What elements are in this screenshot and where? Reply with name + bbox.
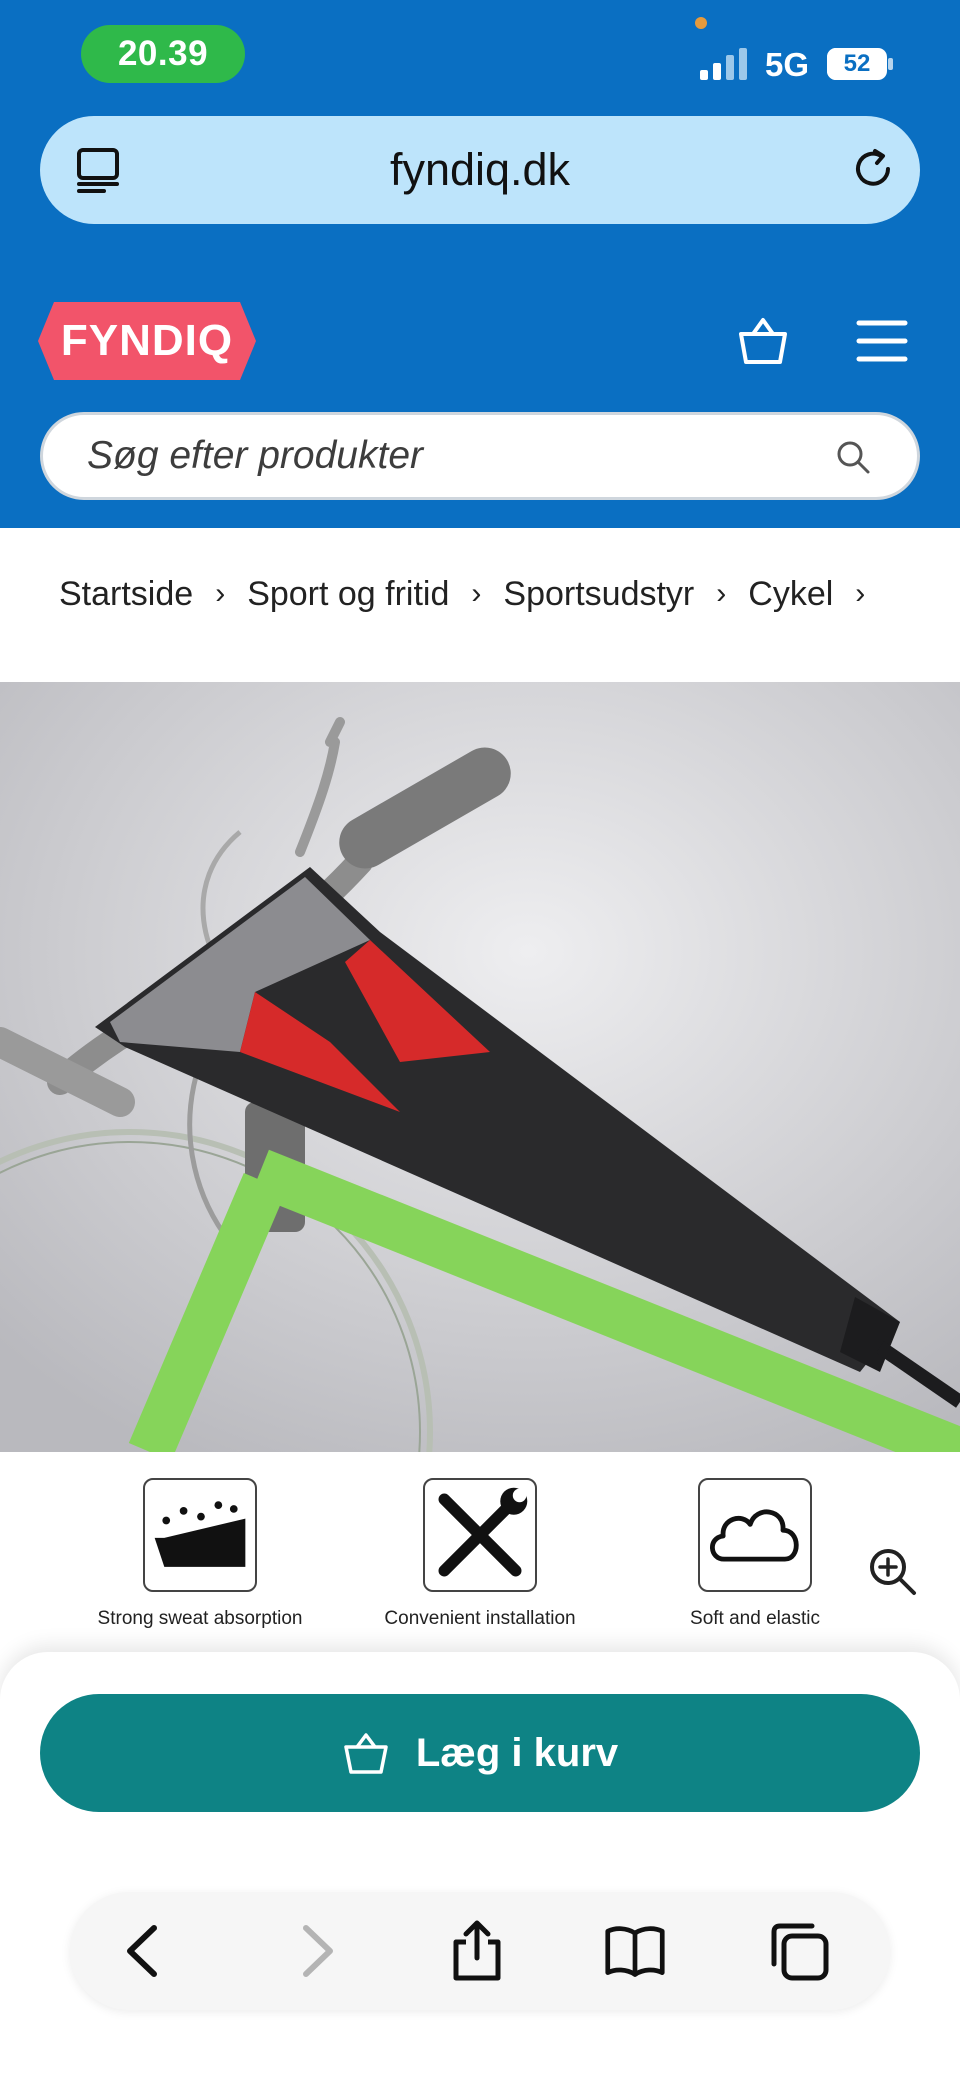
url-bar[interactable]: fyndiq.dk (40, 116, 920, 224)
network-type: 5G (765, 46, 810, 83)
add-to-cart-label: Læg i kurv (415, 1730, 619, 1775)
breadcrumb-item-sport[interactable]: Sport og fritid (247, 575, 449, 614)
battery-icon: 52 (826, 47, 896, 81)
add-to-cart-button[interactable]: Læg i kurv (40, 1694, 920, 1812)
reload-icon[interactable] (848, 144, 898, 194)
search-placeholder: Søg efter produkter (87, 434, 423, 477)
battery-level: 52 (843, 50, 871, 77)
feature-label: Convenient installation (384, 1608, 576, 1629)
feature-soft-elastic: Soft and elastic (645, 1478, 865, 1630)
breadcrumb: Startside › Sport og fritid › Sportsudst… (59, 562, 887, 626)
feature-sweat-absorption: Strong sweat absorption (90, 1478, 310, 1630)
browser-toolbar (70, 1892, 890, 2010)
hamburger-menu-icon[interactable] (856, 318, 908, 364)
logo-text[interactable]: FYNDIQ (38, 302, 256, 380)
status-time: 20.39 (81, 25, 245, 83)
search-icon[interactable] (835, 439, 871, 475)
url-text[interactable]: fyndiq.dk (40, 116, 920, 224)
cloud-icon (698, 1478, 812, 1592)
privacy-indicator-dot (695, 17, 707, 29)
feature-label: Strong sweat absorption (97, 1608, 303, 1629)
sweat-absorption-icon (143, 1478, 257, 1592)
share-icon[interactable] (446, 1920, 508, 1982)
basket-icon (344, 1733, 388, 1774)
breadcrumb-item-sportsudstyr[interactable]: Sportsudstyr (503, 575, 694, 614)
feature-icons-strip: Strong sweat absorption Convenient insta… (0, 1452, 960, 1652)
chevron-right-icon: › (716, 577, 727, 610)
forward-icon[interactable] (284, 1920, 346, 1982)
signal-icon (700, 48, 747, 80)
zoom-in-icon[interactable] (866, 1545, 918, 1597)
header-area: 20.39 5G 52 fyndiq.dk FYNDIQ Søg efter p… (0, 0, 960, 528)
back-icon[interactable] (114, 1920, 176, 1982)
chevron-right-icon: › (855, 577, 866, 610)
tabs-icon[interactable] (768, 1920, 830, 1982)
bookmarks-icon[interactable] (604, 1920, 666, 1982)
chevron-right-icon: › (215, 577, 226, 610)
feature-installation: Convenient installation (370, 1478, 590, 1630)
breadcrumb-item-cykel[interactable]: Cykel (748, 575, 833, 614)
product-image[interactable] (0, 682, 960, 1452)
breadcrumb-item-home[interactable]: Startside (59, 575, 193, 614)
chevron-right-icon: › (471, 577, 482, 610)
search-input[interactable]: Søg efter produkter (40, 412, 920, 500)
basket-icon[interactable] (736, 314, 790, 368)
feature-label: Soft and elastic (690, 1608, 820, 1629)
tools-icon (423, 1478, 537, 1592)
page: 20.39 5G 52 fyndiq.dk FYNDIQ Søg efter p… (0, 0, 960, 2078)
